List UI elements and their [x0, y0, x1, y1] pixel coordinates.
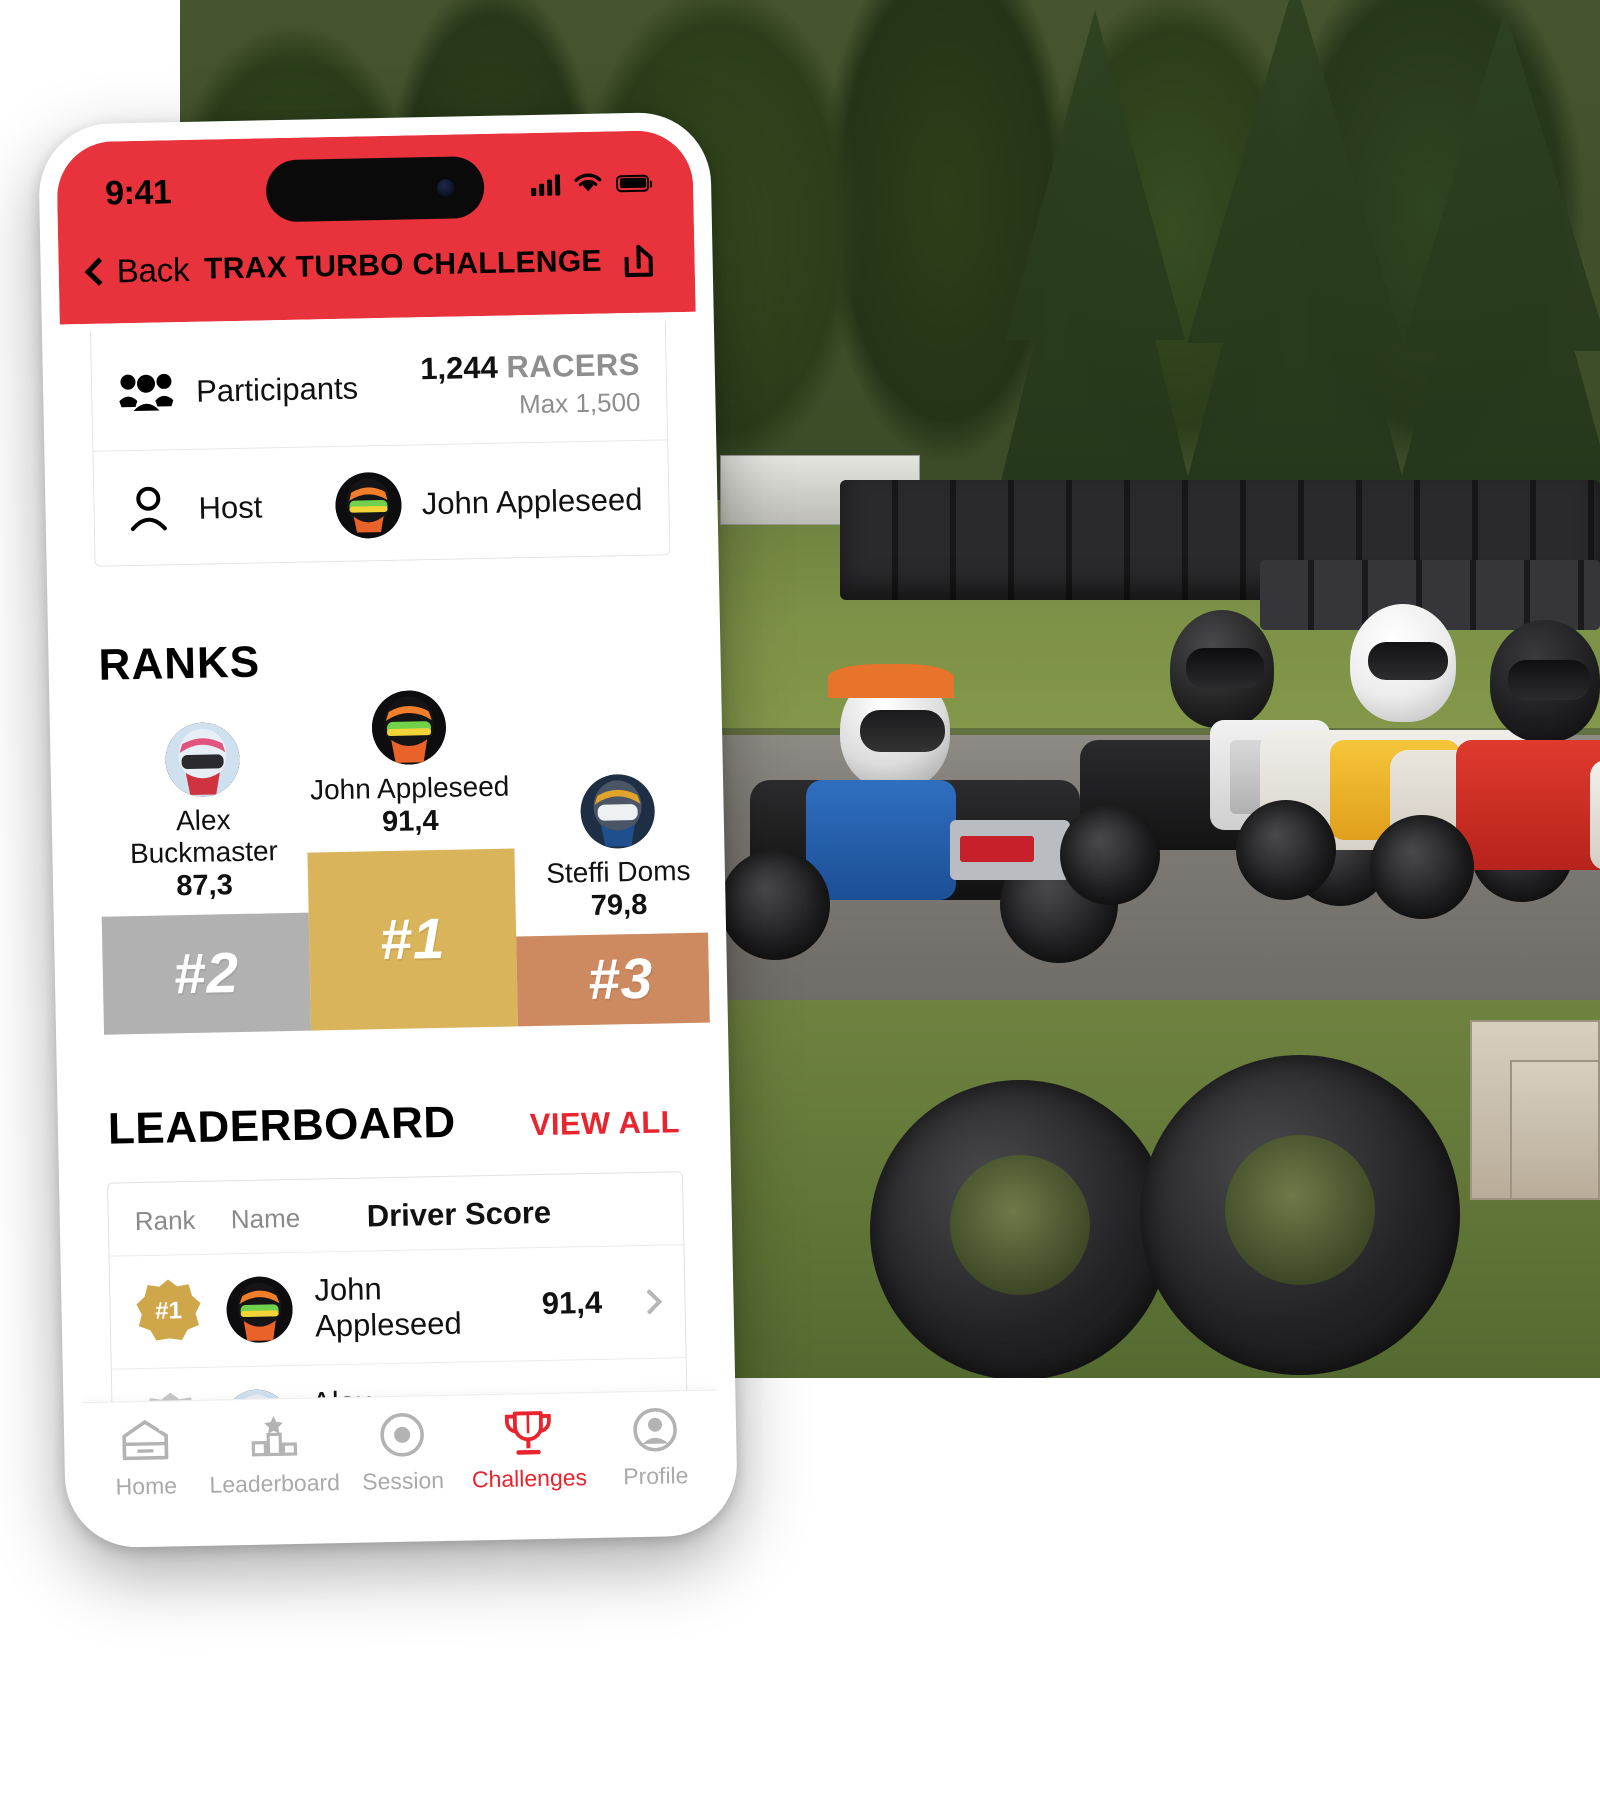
participants-label: Participants — [195, 370, 359, 409]
participants-max: Max 1,500 — [518, 386, 641, 420]
host-value-group: John Appleseed — [335, 467, 643, 539]
session-icon — [378, 1410, 427, 1459]
podium-place-1: #1 — [379, 906, 447, 973]
rank-badge-label: #2 — [157, 1410, 185, 1433]
participants-row[interactable]: Participants 1,244 RACERS Max 1,500 — [91, 320, 667, 450]
phone-screen: 9:41 Back TRAX TURBO CHALLENGE Participa… — [56, 129, 720, 1531]
foreground-tyre-inner — [950, 1155, 1090, 1295]
rank-cell: #1 — [136, 1278, 227, 1344]
podium-bar-2: #2 — [101, 912, 312, 1035]
ranks-title: RANKS — [98, 637, 261, 690]
tab-home[interactable]: Home — [82, 1415, 210, 1502]
rank-badge-label: #1 — [154, 1297, 183, 1325]
podium-bar-3: #3 — [516, 932, 718, 1027]
leaderboard-column-headers: Rank Name Driver Score — [108, 1172, 683, 1256]
column-header-score: Driver Score — [366, 1194, 552, 1234]
battery-icon — [615, 174, 650, 192]
tab-label: Leaderboard — [209, 1469, 341, 1498]
tab-label: Profile — [622, 1462, 689, 1490]
podium-name-2: Alex Buckmaster — [129, 804, 279, 869]
cellular-signal-icon — [531, 173, 561, 196]
name-cell: John Appleseed — [226, 1270, 462, 1347]
rank-badge-icon: #1 — [136, 1279, 201, 1344]
leaderboard-header: LEADERBOARD VIEW ALL — [107, 1093, 680, 1154]
cardboard-box — [1510, 1060, 1600, 1200]
challenge-info-card: Participants 1,244 RACERS Max 1,500 Host… — [89, 320, 671, 567]
leaderboard-title: LEADERBOARD — [107, 1097, 457, 1154]
tab-label: Challenges — [471, 1464, 588, 1493]
host-label: Host — [198, 489, 263, 526]
tab-label: Session — [361, 1467, 445, 1495]
kart-red-driver — [1360, 600, 1600, 940]
podium-name-1: John Appleseed — [309, 770, 510, 806]
podium-score-2: 87,3 — [176, 869, 234, 903]
participants-icon — [118, 370, 175, 415]
back-button[interactable]: Back — [84, 250, 190, 291]
podium-score-3: 79,8 — [590, 888, 648, 922]
driver-name: John Appleseed — [314, 1271, 462, 1344]
chevron-right-icon — [636, 1289, 663, 1315]
app-header: 9:41 Back TRAX TURBO CHALLENGE — [56, 129, 696, 325]
status-icons — [531, 172, 650, 196]
view-all-link[interactable]: VIEW ALL — [529, 1104, 680, 1143]
participants-unit: RACERS — [506, 346, 641, 385]
avatar — [335, 471, 403, 539]
avatar — [164, 722, 240, 798]
chevron-left-icon — [84, 257, 113, 286]
profile-icon — [630, 1405, 679, 1454]
status-time: 9:41 — [104, 172, 172, 213]
phone-mockup: 9:41 Back TRAX TURBO CHALLENGE Participa… — [37, 111, 739, 1549]
table-row[interactable]: #1 John Appleseed 91,4 — [109, 1244, 686, 1369]
tab-session[interactable]: Session — [339, 1410, 467, 1497]
avatar — [226, 1276, 294, 1344]
avatar — [370, 689, 447, 765]
podium-name-3: Steffi Doms — [545, 854, 691, 889]
wifi-icon — [574, 173, 602, 192]
back-label: Back — [116, 250, 190, 290]
screenshot-stage: 9:41 Back TRAX TURBO CHALLENGE Participa… — [0, 0, 1600, 1800]
scroll-content: Participants 1,244 RACERS Max 1,500 Host… — [59, 311, 718, 1433]
podium-place-2: #2 — [173, 941, 240, 1007]
podium-chart: Alex Buckmaster 87,3 #2 John Appleseed 9… — [98, 689, 718, 1035]
participants-count-wrap: 1,244 RACERS — [420, 347, 640, 387]
host-row[interactable]: Host John Appleseed — [93, 439, 670, 566]
page-title: TRAX TURBO CHALLENGE — [203, 244, 603, 286]
tab-profile[interactable]: Profile — [591, 1405, 719, 1492]
tab-leaderboard[interactable]: Leaderboard — [208, 1412, 340, 1499]
participants-count: 1,244 — [419, 349, 499, 387]
avatar — [579, 773, 655, 849]
podium-bar-1: #1 — [307, 848, 518, 1031]
column-header-spacer — [597, 1211, 657, 1212]
person-icon — [120, 486, 177, 533]
row-chevron[interactable] — [602, 1289, 663, 1315]
podium-score-1: 91,4 — [381, 804, 439, 839]
podium-column-1: John Appleseed 91,4 #1 — [304, 688, 518, 1031]
foreground-tyre-inner — [1225, 1135, 1375, 1285]
podium-place-3: #3 — [587, 946, 654, 1013]
podium-column-2: Alex Buckmaster 87,3 #2 — [98, 721, 312, 1035]
share-button[interactable] — [616, 238, 661, 283]
front-camera — [436, 179, 455, 197]
column-header-rank: Rank — [134, 1204, 196, 1236]
tab-label: Home — [115, 1472, 178, 1500]
participants-value-group: 1,244 RACERS Max 1,500 — [420, 347, 641, 422]
podium-column-3: Steffi Doms 79,8 #3 — [513, 772, 718, 1027]
trophy-icon — [503, 1408, 554, 1457]
host-name: John Appleseed — [421, 481, 643, 522]
column-header-name: Name — [230, 1202, 301, 1234]
share-icon — [624, 244, 653, 278]
dynamic-island — [265, 155, 485, 223]
tab-challenges[interactable]: Challenges — [465, 1407, 593, 1494]
driver-score: 91,4 — [541, 1284, 603, 1322]
leaderboard-icon — [246, 1413, 301, 1462]
navigation-bar: Back TRAX TURBO CHALLENGE — [58, 206, 696, 311]
